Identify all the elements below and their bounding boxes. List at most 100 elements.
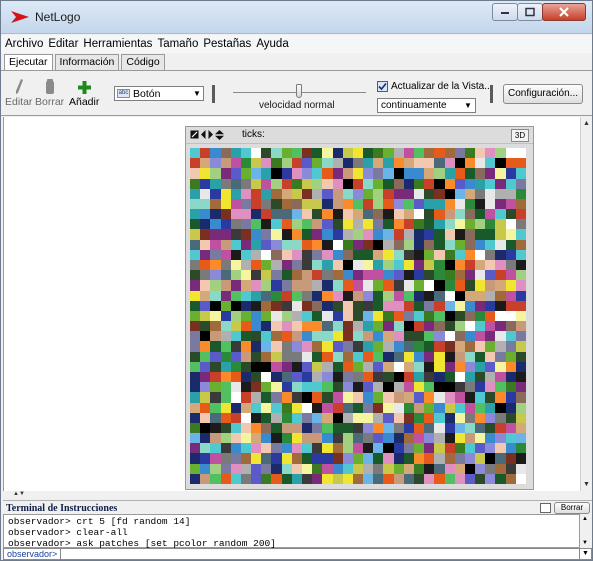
menu-archivo[interactable]: Archivo <box>5 38 43 50</box>
patch <box>210 249 221 260</box>
patch <box>424 239 435 250</box>
world-view[interactable]: ticks: 3D <box>185 126 534 490</box>
command-output-scrollbar[interactable]: ▲ ▼ <box>580 514 592 548</box>
patch <box>240 239 252 250</box>
interface-scrollbar[interactable]: ▲ ▼ <box>580 117 592 491</box>
scroll-down-icon[interactable]: ▼ <box>582 540 588 546</box>
patch <box>210 219 221 230</box>
patch <box>454 422 465 434</box>
patch <box>434 422 445 434</box>
menu-pestanas[interactable]: Pestañas <box>203 38 251 50</box>
three-d-button[interactable]: 3D <box>511 129 529 142</box>
patch <box>373 341 384 352</box>
patch <box>495 300 506 311</box>
update-view-checkbox[interactable]: Actualizar de la Vista... <box>377 81 493 92</box>
speed-slider-knob[interactable] <box>296 84 302 98</box>
menu-ayuda[interactable]: Ayuda <box>256 38 288 50</box>
patch <box>485 453 496 464</box>
agent-type-selector[interactable]: observador> <box>4 549 62 559</box>
patch <box>424 361 435 372</box>
clear-button[interactable]: Borrar <box>554 502 590 514</box>
command-input[interactable] <box>61 549 579 559</box>
patch <box>190 331 201 342</box>
patch <box>475 178 486 189</box>
horizontal-resize-icon[interactable] <box>201 130 213 143</box>
patch <box>312 331 323 342</box>
patch <box>464 188 476 199</box>
scroll-down-icon[interactable]: ▼ <box>583 481 590 488</box>
patch <box>312 443 323 454</box>
patch <box>403 463 414 474</box>
minimize-button[interactable] <box>492 3 518 21</box>
patch <box>454 453 465 464</box>
menu-herramientas[interactable]: Herramientas <box>83 38 152 50</box>
patch-grid[interactable] <box>190 148 526 484</box>
patch <box>475 351 486 362</box>
edit-button[interactable]: Editar <box>5 77 32 108</box>
patch <box>495 402 506 413</box>
pane-splitter[interactable]: ▲▼ <box>3 491 592 500</box>
patch <box>210 443 221 454</box>
interface-area: ticks: 3D <box>3 117 580 491</box>
patch <box>291 239 302 250</box>
close-button[interactable] <box>542 3 586 21</box>
update-mode-select[interactable]: continuamente ▼ <box>377 98 476 113</box>
patch <box>301 270 313 281</box>
patch <box>200 198 211 210</box>
patch <box>322 168 333 179</box>
history-dropdown-icon[interactable]: ▼ <box>579 549 591 559</box>
command-center-header: Terminal de Instrucciones Borrar <box>3 500 592 514</box>
patch <box>190 188 201 199</box>
patch <box>434 453 445 464</box>
patch <box>373 433 384 444</box>
tab-codigo[interactable]: Código <box>121 54 165 70</box>
scroll-up-icon[interactable]: ▲ <box>582 516 588 522</box>
patch <box>363 178 374 189</box>
patch <box>220 321 231 332</box>
menu-tamano[interactable]: Tamaño <box>157 38 198 50</box>
patch <box>322 331 333 342</box>
patch <box>342 402 353 413</box>
scroll-up-icon[interactable]: ▲ <box>583 120 590 127</box>
patch <box>485 351 496 362</box>
patch <box>464 270 476 281</box>
expand-icon[interactable] <box>540 503 551 513</box>
patch <box>403 382 414 393</box>
menu-editar[interactable]: Editar <box>48 38 78 50</box>
patch <box>515 443 526 454</box>
patch <box>424 219 435 230</box>
patch <box>464 331 476 342</box>
widget-type-select[interactable]: abc Botón ▼ <box>114 86 204 101</box>
settings-button[interactable]: Configuración... <box>503 84 583 104</box>
patch <box>240 310 252 322</box>
perspective-icon[interactable] <box>190 130 199 143</box>
patch <box>373 443 384 454</box>
patch <box>230 239 241 250</box>
patch <box>413 198 425 210</box>
patch <box>475 290 486 301</box>
maximize-button[interactable] <box>517 3 543 21</box>
patch <box>200 310 211 322</box>
patch <box>352 249 364 260</box>
delete-button[interactable]: Borrar <box>35 77 64 108</box>
splitter-arrows-icon[interactable]: ▲▼ <box>13 491 25 497</box>
tab-informacion[interactable]: Información <box>54 54 120 70</box>
patch <box>413 188 425 199</box>
patch <box>352 259 364 271</box>
patch <box>413 209 425 220</box>
patch <box>383 229 394 240</box>
vertical-resize-icon[interactable] <box>215 130 224 143</box>
tab-ejecutar[interactable]: Ejecutar <box>4 54 53 71</box>
patch <box>515 270 526 281</box>
add-button[interactable]: Añadir <box>69 77 99 108</box>
patch <box>363 158 374 169</box>
patch <box>352 361 364 372</box>
patch <box>373 148 384 159</box>
patch <box>505 198 516 210</box>
patch <box>261 178 272 189</box>
patch <box>454 188 465 199</box>
patch <box>291 321 302 332</box>
patch <box>363 300 374 311</box>
patch <box>200 341 211 352</box>
patch <box>424 412 435 423</box>
